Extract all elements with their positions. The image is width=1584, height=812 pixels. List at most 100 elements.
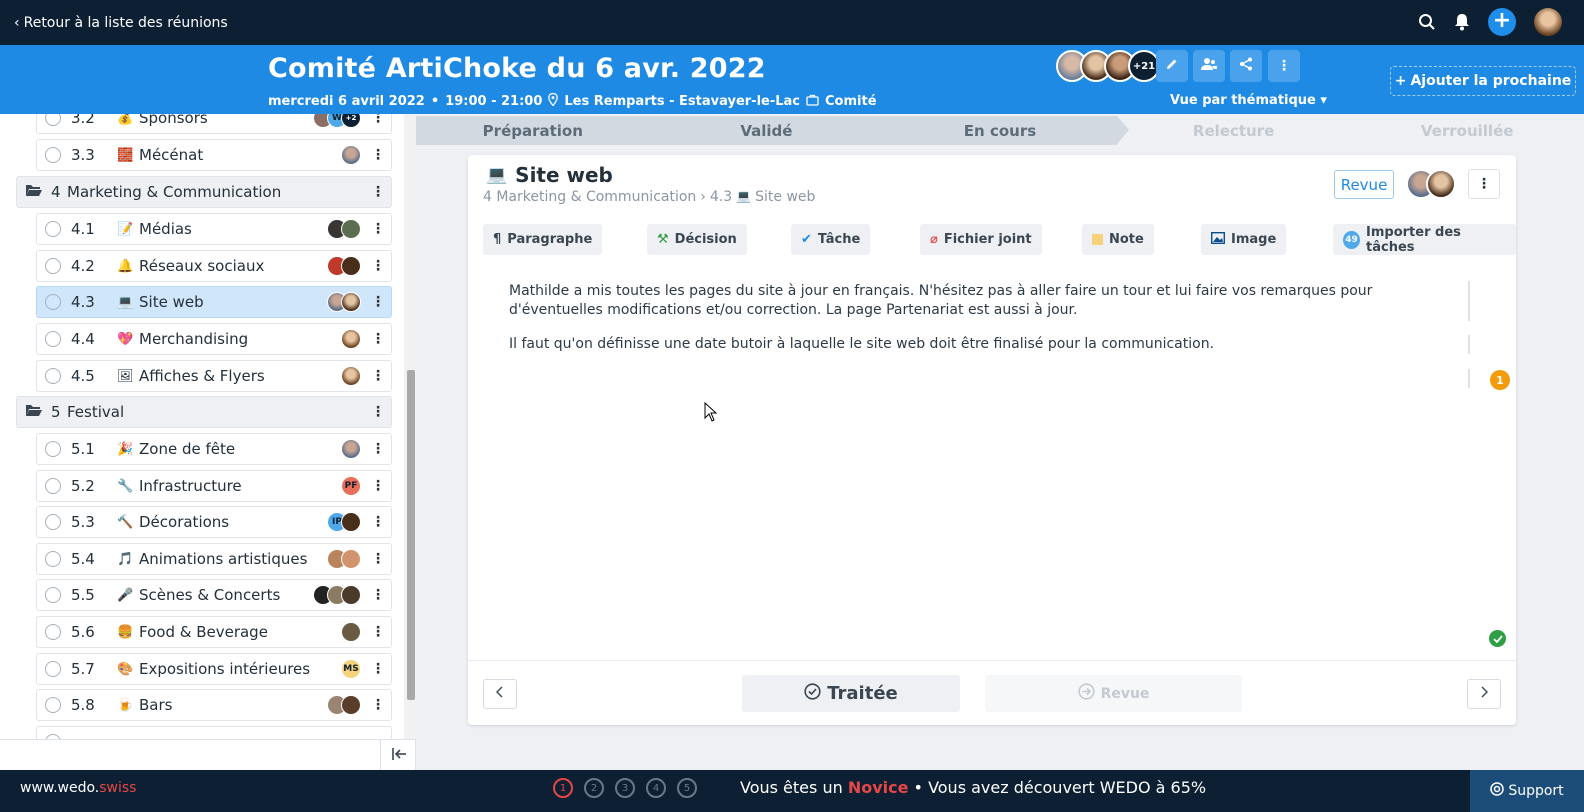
share-button[interactable] xyxy=(1230,50,1262,82)
participants-avatars[interactable]: +21 xyxy=(1056,50,1160,82)
step-in-progress[interactable]: En cours xyxy=(883,116,1129,145)
onboarding-step[interactable]: 2 xyxy=(584,778,604,798)
bell-icon[interactable] xyxy=(1454,13,1470,31)
agenda-item[interactable]: 3.3 🧱 Mécénat ⋮ xyxy=(36,139,392,171)
kebab-menu-icon[interactable]: ⋮ xyxy=(371,625,385,639)
kebab-menu-icon[interactable]: ⋮ xyxy=(371,405,385,419)
kebab-menu-icon[interactable]: ⋮ xyxy=(371,114,385,125)
send-to-review-button[interactable]: Revue xyxy=(985,675,1242,712)
status-radio[interactable] xyxy=(45,114,61,126)
agenda-item[interactable]: 5.1 🎉 Zone de fête ⋮ xyxy=(36,433,392,465)
kebab-menu-icon[interactable]: ⋮ xyxy=(371,515,385,529)
avatar xyxy=(341,549,361,569)
status-radio[interactable] xyxy=(45,587,61,603)
status-radio[interactable] xyxy=(45,478,61,494)
agenda-item[interactable]: 5.4 🎵 Animations artistiques ⋮ xyxy=(36,543,392,575)
edit-button[interactable] xyxy=(1156,50,1188,82)
agenda-item[interactable]: 4.1 📝 Médias ⋮ xyxy=(36,213,392,245)
manage-participants-button[interactable] xyxy=(1193,50,1225,82)
agenda-item[interactable]: 5.5 🎤 Scènes & Concerts ⋮ xyxy=(36,579,392,611)
add-paragraph-button[interactable]: ¶ Paragraphe xyxy=(483,224,603,255)
kebab-menu-icon[interactable]: ⋮ xyxy=(371,662,385,676)
avatar xyxy=(341,366,361,386)
step-validated[interactable]: Validé xyxy=(649,116,895,145)
add-image-button[interactable]: Image xyxy=(1201,224,1287,255)
agenda-item[interactable]: 5.8 🍺 Bars ⋮ xyxy=(36,689,392,721)
kebab-menu-icon[interactable]: ⋮ xyxy=(371,479,385,493)
agenda-item[interactable]: 3.2 💰 Sponsors W +2 ⋮ xyxy=(36,114,392,134)
kebab-menu-icon[interactable]: ⋮ xyxy=(371,588,385,602)
status-radio[interactable] xyxy=(45,294,61,310)
agenda-item[interactable]: 4.4 💖 Merchandising ⋮ xyxy=(36,323,392,355)
kebab-menu-icon[interactable]: ⋮ xyxy=(371,185,385,199)
topic-menu-button[interactable]: ⋮ xyxy=(1468,169,1500,199)
topic-assignees[interactable] xyxy=(1406,169,1456,199)
kebab-menu-icon[interactable]: ⋮ xyxy=(371,369,385,383)
status-radio[interactable] xyxy=(45,258,61,274)
attach-file-button[interactable]: ⌀ Fichier joint xyxy=(920,224,1042,255)
add-icon[interactable]: + xyxy=(1488,8,1516,36)
agenda-item[interactable]: 5.3 🔨 Décorations IP ⋮ xyxy=(36,506,392,538)
status-radio[interactable] xyxy=(45,624,61,640)
item-label: Food & Beverage xyxy=(139,623,268,641)
item-number: 4.5 xyxy=(71,367,95,385)
step-preparation[interactable]: Préparation xyxy=(416,116,662,145)
kebab-menu-icon[interactable]: ⋮ xyxy=(371,698,385,712)
agenda-section[interactable]: 4 Marketing & Communication ⋮ xyxy=(16,176,392,208)
onboarding-step[interactable]: 3 xyxy=(615,778,635,798)
agenda-item-partial[interactable] xyxy=(36,726,392,739)
import-tasks-button[interactable]: 49 Importer des tâches xyxy=(1333,224,1516,255)
status-radio[interactable] xyxy=(45,147,61,163)
agenda-item[interactable]: 5.6 🍔 Food & Beverage ⋮ xyxy=(36,616,392,648)
add-next-meeting-button[interactable]: + Ajouter la prochaine xyxy=(1390,66,1576,96)
onboarding-step[interactable]: 5 xyxy=(677,778,697,798)
search-icon[interactable] xyxy=(1418,13,1436,31)
review-button[interactable]: Revue xyxy=(1334,170,1394,199)
onboarding-step[interactable]: 4 xyxy=(646,778,666,798)
kebab-menu-icon[interactable]: ⋮ xyxy=(371,259,385,273)
onboarding-step[interactable]: 1 xyxy=(553,778,573,798)
view-selector[interactable]: Vue par thématique ▾ xyxy=(1170,93,1327,108)
kebab-menu-icon[interactable]: ⋮ xyxy=(371,332,385,346)
agenda-item[interactable]: 5.7 🎨 Expositions intérieures MS ⋮ xyxy=(36,653,392,685)
step-locked[interactable]: Verrouillée xyxy=(1350,116,1584,145)
user-avatar[interactable] xyxy=(1534,8,1562,36)
agenda-item[interactable]: 5.2 🔧 Infrastructure PF ⋮ xyxy=(36,470,392,502)
previous-topic-button[interactable] xyxy=(483,679,517,709)
paragraph-block[interactable]: Il faut qu'on définisse une date butoir … xyxy=(509,335,1439,354)
agenda-item[interactable]: 4.5 🖼 Affiches & Flyers ⋮ xyxy=(36,360,392,392)
status-radio[interactable] xyxy=(45,331,61,347)
status-radio[interactable] xyxy=(45,368,61,384)
step-review[interactable]: Relecture xyxy=(1116,116,1362,145)
status-radio[interactable] xyxy=(45,514,61,530)
sidebar-scrollbar-thumb[interactable] xyxy=(407,370,415,700)
status-radio[interactable] xyxy=(45,661,61,677)
status-radio[interactable] xyxy=(45,441,61,457)
more-options-button[interactable]: ⋮ xyxy=(1268,50,1300,82)
support-button[interactable]: Support xyxy=(1470,770,1584,812)
breadcrumb-section[interactable]: 4 Marketing & Communication xyxy=(483,189,696,205)
next-topic-button[interactable] xyxy=(1467,679,1501,709)
brand-link[interactable]: www.wedo.swiss xyxy=(20,780,136,796)
kebab-menu-icon[interactable]: ⋮ xyxy=(371,552,385,566)
agenda-item[interactable]: 4.2 🔔 Réseaux sociaux ⋮ xyxy=(36,250,392,282)
status-radio[interactable] xyxy=(45,221,61,237)
agenda-section[interactable]: 5 Festival ⋮ xyxy=(16,396,392,428)
mark-done-button[interactable]: Traitée xyxy=(742,675,960,712)
comment-count-badge[interactable]: 1 xyxy=(1490,370,1510,390)
section-number: 4 xyxy=(51,183,61,201)
add-note-button[interactable]: Note xyxy=(1082,224,1154,255)
paragraph-block[interactable]: Mathilde a mis toutes les pages du site … xyxy=(509,282,1439,320)
status-radio[interactable] xyxy=(45,697,61,713)
add-task-button[interactable]: ✔ Tâche xyxy=(791,224,871,255)
item-avatars: W +2 xyxy=(313,114,361,128)
kebab-menu-icon[interactable]: ⋮ xyxy=(371,148,385,162)
kebab-menu-icon[interactable]: ⋮ xyxy=(371,222,385,236)
add-decision-button[interactable]: ⚒ Décision xyxy=(647,224,747,255)
collapse-sidebar-button[interactable] xyxy=(380,740,416,771)
kebab-menu-icon[interactable]: ⋮ xyxy=(371,442,385,456)
kebab-menu-icon[interactable]: ⋮ xyxy=(371,295,385,309)
agenda-item-selected[interactable]: 4.3 💻 Site web ⋮ xyxy=(36,286,392,318)
back-to-meetings-link[interactable]: ‹ Retour à la liste des réunions xyxy=(14,15,228,31)
status-radio[interactable] xyxy=(45,551,61,567)
